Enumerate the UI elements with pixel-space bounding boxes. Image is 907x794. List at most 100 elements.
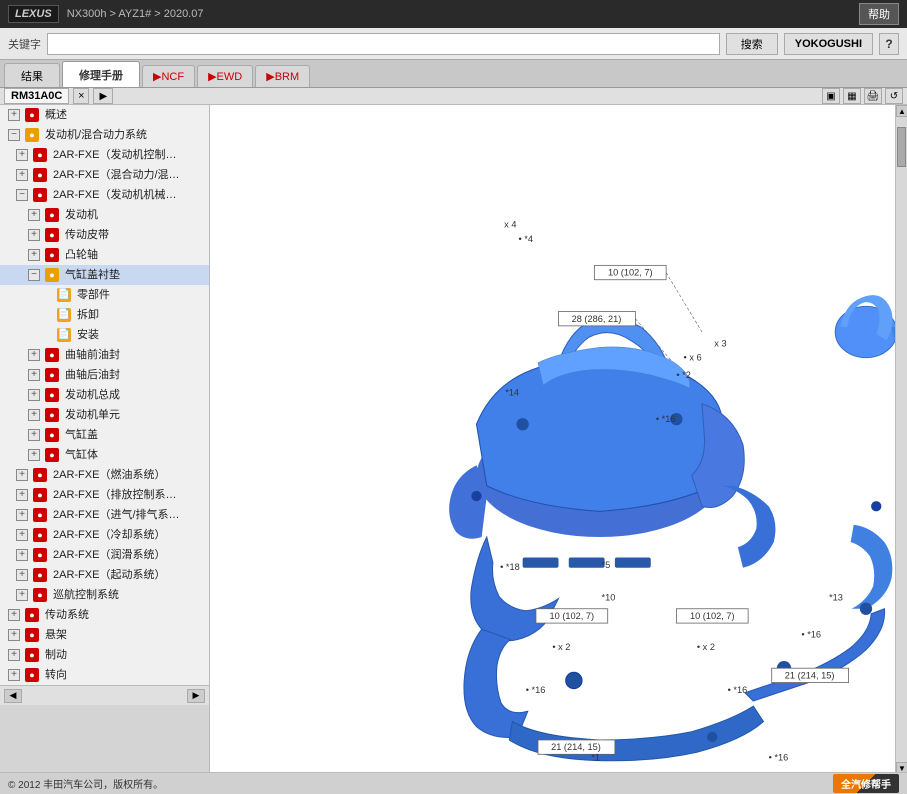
sidebar-item-s28[interactable]: +●制动 <box>0 645 209 665</box>
sidebar-item-s12[interactable]: 📄安装 <box>0 325 209 345</box>
expand-icon-s14[interactable]: + <box>28 369 40 381</box>
expand-icon-s2[interactable]: − <box>8 129 20 141</box>
expand-icon-s4[interactable]: + <box>16 169 28 181</box>
expand-icon-s23[interactable]: + <box>16 549 28 561</box>
sidebar-item-s3[interactable]: +●2AR-FXE（发动机控制… <box>0 145 209 165</box>
expand-icon-s9[interactable]: − <box>28 269 40 281</box>
nav-forward-button[interactable]: ▶ <box>93 88 113 104</box>
tab-ncf-arrow: ▶ <box>153 70 161 83</box>
expand-icon-s15[interactable]: + <box>28 389 40 401</box>
svg-text:10 (102, 7): 10 (102, 7) <box>690 611 735 621</box>
expand-icon-s8[interactable]: + <box>28 249 40 261</box>
expand-icon-s26[interactable]: + <box>8 609 20 621</box>
sidebar-item-s10[interactable]: 📄零部件 <box>0 285 209 305</box>
part-label-6[interactable]: 21 (214, 15) <box>538 740 615 754</box>
svg-text:10 (102, 7): 10 (102, 7) <box>608 268 653 278</box>
sidebar-item-s21[interactable]: +●2AR-FXE（进气/排气系… <box>0 505 209 525</box>
sidebar-item-s17[interactable]: +●气缸盖 <box>0 425 209 445</box>
search-button[interactable]: 搜索 <box>726 33 778 55</box>
item-label-s29: 转向 <box>45 667 67 683</box>
item-icon-s4: ● <box>33 168 47 182</box>
expand-icon-s27[interactable]: + <box>8 629 20 641</box>
sidebar-item-s18[interactable]: +●气缸体 <box>0 445 209 465</box>
help-button[interactable]: 帮助 <box>859 3 899 25</box>
yokogushi-button[interactable]: YOKOGUSHI <box>784 33 873 55</box>
content-area: +●概述−●发动机/混合动力系统+●2AR-FXE（发动机控制…+●2AR-FX… <box>0 105 907 772</box>
tab-manual[interactable]: 修理手册 <box>62 61 140 87</box>
scrollbar-thumb[interactable] <box>897 127 906 167</box>
sidebar-item-s24[interactable]: +●2AR-FXE（起动系统） <box>0 565 209 585</box>
sidebar-item-s23[interactable]: +●2AR-FXE（润滑系统） <box>0 545 209 565</box>
refresh-icon[interactable]: ↺ <box>885 88 903 104</box>
expand-icon-s28[interactable]: + <box>8 649 20 661</box>
sidebar-item-s19[interactable]: +●2AR-FXE（燃油系统） <box>0 465 209 485</box>
expand-icon-s19[interactable]: + <box>16 469 28 481</box>
expand-icon-s18[interactable]: + <box>28 449 40 461</box>
print-icon[interactable]: 🖨 <box>864 88 882 104</box>
topbar: LEXUS NX300h > AYZ1# > 2020.07 帮助 <box>0 0 907 28</box>
sidebar-item-s16[interactable]: +●发动机单元 <box>0 405 209 425</box>
item-icon-s12: 📄 <box>57 328 71 342</box>
sidebar-item-s6[interactable]: +●发动机 <box>0 205 209 225</box>
expand-icon-s5[interactable]: − <box>16 189 28 201</box>
part-label-3[interactable]: 10 (102, 7) <box>536 609 608 623</box>
item-label-s7: 传动皮带 <box>65 227 109 243</box>
expand-icon-s22[interactable]: + <box>16 529 28 541</box>
expand-icon-s7[interactable]: + <box>28 229 40 241</box>
item-label-s28: 制动 <box>45 647 67 663</box>
expand-icon-s25[interactable]: + <box>16 589 28 601</box>
close-button[interactable]: × <box>73 88 89 104</box>
item-label-s20: 2AR-FXE（排放控制系… <box>53 487 176 503</box>
sidebar-item-s8[interactable]: +●凸轮轴 <box>0 245 209 265</box>
expand-icon-s17[interactable]: + <box>28 429 40 441</box>
expand-icon-s16[interactable]: + <box>28 409 40 421</box>
item-label-s21: 2AR-FXE（进气/排气系… <box>53 507 180 523</box>
search-help-icon[interactable]: ? <box>879 33 899 55</box>
sidebar-item-s13[interactable]: +●曲轴前油封 <box>0 345 209 365</box>
item-label-s25: 巡航控制系统 <box>53 587 119 603</box>
sidebar-item-s14[interactable]: +●曲轴后油封 <box>0 365 209 385</box>
sidebar-item-s22[interactable]: +●2AR-FXE（冷却系统） <box>0 525 209 545</box>
part-label-4[interactable]: 10 (102, 7) <box>676 609 748 623</box>
item-icon-s24: ● <box>33 568 47 582</box>
item-icon-s17: ● <box>45 428 59 442</box>
scroll-up-button[interactable]: ▲ <box>896 105 907 117</box>
sidebar-item-s25[interactable]: +●巡航控制系统 <box>0 585 209 605</box>
tab-results[interactable]: 结果 <box>4 63 60 87</box>
view-icon-1[interactable]: ▣ <box>822 88 840 104</box>
expand-icon-s13[interactable]: + <box>28 349 40 361</box>
part-label-5[interactable]: 21 (214, 15) <box>772 668 849 682</box>
sidebar-item-s1[interactable]: +●概述 <box>0 105 209 125</box>
sidebar-item-s9[interactable]: −●气缸盖衬垫 <box>0 265 209 285</box>
sidebar-item-s2[interactable]: −●发动机/混合动力系统 <box>0 125 209 145</box>
tab-brm[interactable]: ▶ BRM <box>255 65 310 87</box>
search-input[interactable] <box>47 33 720 55</box>
item-label-s13: 曲轴前油封 <box>65 347 120 363</box>
sidebar-prev-button[interactable]: ◀ <box>4 689 22 703</box>
expand-icon-s1[interactable]: + <box>8 109 20 121</box>
item-label-s15: 发动机总成 <box>65 387 120 403</box>
scroll-down-button[interactable]: ▼ <box>896 762 907 772</box>
view-icon-2[interactable]: ▦ <box>843 88 861 104</box>
annotation-star10: *10 <box>602 593 616 603</box>
tab-ewd[interactable]: ▶ EWD <box>197 65 253 87</box>
tab-ncf[interactable]: ▶ NCF <box>142 65 195 87</box>
expand-icon-s21[interactable]: + <box>16 509 28 521</box>
expand-icon-s24[interactable]: + <box>16 569 28 581</box>
sidebar-item-s15[interactable]: +●发动机总成 <box>0 385 209 405</box>
sidebar-item-s7[interactable]: +●传动皮带 <box>0 225 209 245</box>
expand-icon-s6[interactable]: + <box>28 209 40 221</box>
expand-icon-s3[interactable]: + <box>16 149 28 161</box>
sidebar-item-s20[interactable]: +●2AR-FXE（排放控制系… <box>0 485 209 505</box>
sidebar-item-s29[interactable]: + ● 转向 <box>0 665 209 685</box>
sidebar-item-s27[interactable]: +●悬架 <box>0 625 209 645</box>
sidebar-item-s5[interactable]: −●2AR-FXE（发动机机械… <box>0 185 209 205</box>
sidebar-item-s11[interactable]: 📄拆卸 <box>0 305 209 325</box>
sidebar-item-s26[interactable]: +●传动系统 <box>0 605 209 625</box>
sidebar-next-button[interactable]: ▶ <box>187 689 205 703</box>
sidebar-item-s4[interactable]: +●2AR-FXE（混合动力/混… <box>0 165 209 185</box>
item-icon-s9: ● <box>45 268 59 282</box>
expand-icon-s20[interactable]: + <box>16 489 28 501</box>
expand-icon-s29[interactable]: + <box>8 669 20 681</box>
item-icon-s29: ● <box>25 668 39 682</box>
